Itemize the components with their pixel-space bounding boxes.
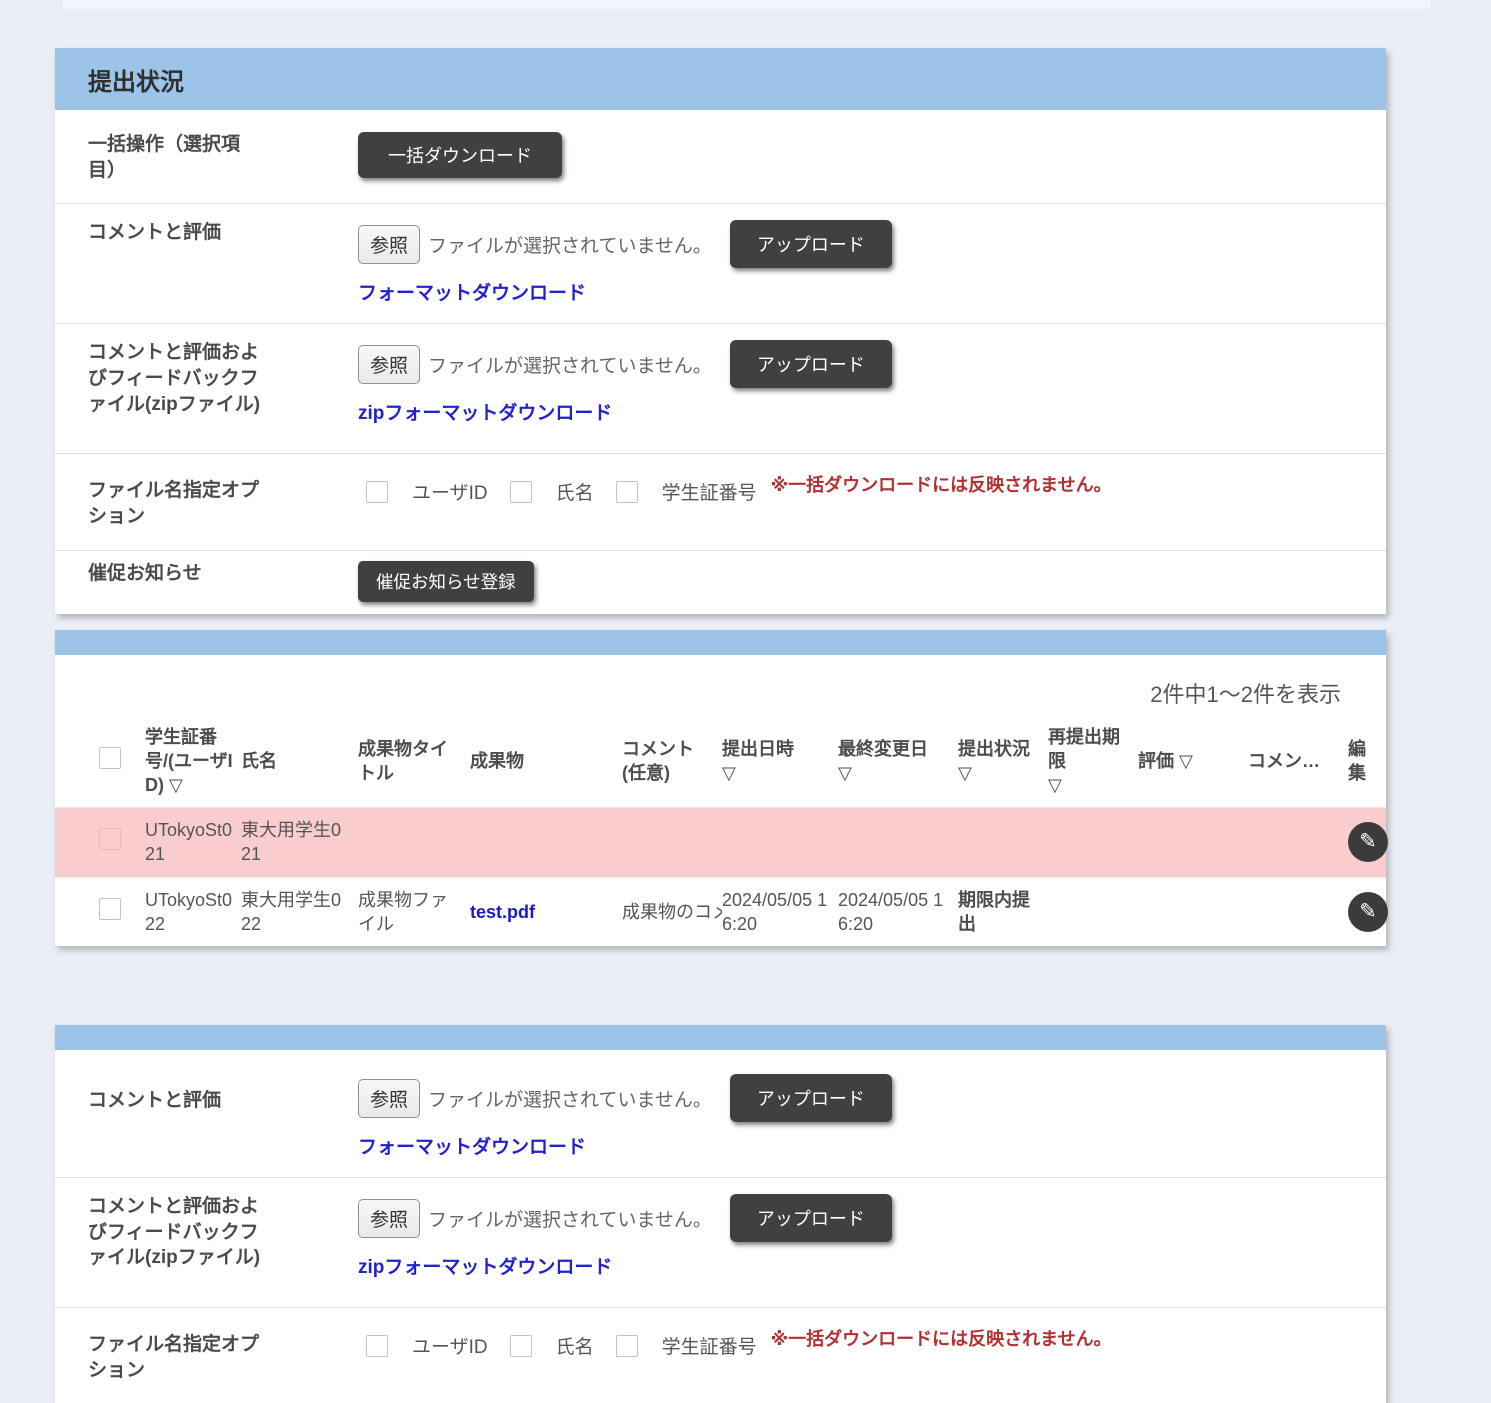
comment-eval-zip-row: コメントと評価およびフィードバックファイル(zipファイル) 参照 ファイルが選… [55,1177,1386,1307]
reminder-label: 催促お知らせ [88,561,358,602]
upload-button[interactable]: アップロード [730,1074,892,1122]
bulk-download-note: ※一括ダウンロードには反映されません。 [771,1325,1112,1351]
name-checkbox[interactable] [510,1335,532,1357]
panel-header-bar [55,1025,1386,1050]
header-title: 成果物タイトル [358,737,470,786]
comment-eval-row: コメントと評価 参照 ファイルが選択されていません。 アップロード フォーマット… [55,1050,1386,1177]
edit-button[interactable]: ✎ [1348,892,1388,932]
cell-name: 東大用学生022 [241,888,358,937]
browse-button[interactable]: 参照 [358,225,420,264]
no-file-selected-text: ファイルが選択されていません。 [428,1085,712,1112]
cell-title: 成果物ファイル [358,888,470,937]
sort-icon[interactable]: ▽ [958,761,1040,785]
upload-button[interactable]: アップロード [730,220,892,268]
header-resubmit-deadline[interactable]: 再提出期限▽ [1048,725,1138,798]
comment-eval-zip-label: コメントと評価およびフィードバックファイル(zipファイル) [88,340,358,435]
panel-title: 提出状況 [55,48,1386,110]
panel-header-bar [55,630,1386,655]
comment-eval-label: コメントと評価 [88,220,358,305]
upload-button[interactable]: アップロード [730,1194,892,1242]
table-row: UTokyoSt021 東大用学生021 ✎ [55,807,1386,877]
header-comment2: コメン… [1248,749,1348,773]
student-number-checkbox[interactable] [616,481,638,503]
bulk-download-note: ※一括ダウンロードには反映されません。 [771,471,1112,497]
no-file-selected-text: ファイルが選択されていません。 [428,351,712,378]
submission-table-panel: 2件中1～2件を表示 学生証番号/(ユーザID) ▽ 氏名 成果物タイトル 成果… [55,630,1386,946]
sort-icon[interactable]: ▽ [1179,751,1193,771]
cell-comment: 成果物のコメ… [622,900,722,924]
header-name: 氏名 [241,749,358,773]
filename-option-label: ファイル名指定オプション [88,478,358,529]
submission-file-link[interactable]: test.pdf [470,902,535,922]
top-strip [62,0,1430,9]
row-checkbox[interactable] [99,828,121,850]
comment-eval-zip-row: コメントと評価およびフィードバックファイル(zipファイル) 参照 ファイルが選… [55,323,1386,453]
pencil-icon: ✎ [1359,822,1377,862]
cell-product: test.pdf [470,900,622,924]
comment-eval-label: コメントと評価 [88,1074,358,1159]
upload-button[interactable]: アップロード [730,340,892,388]
page: 提出状況 一括操作（選択項目） 一括ダウンロード コメントと評価 参照 ファイル… [0,0,1491,1403]
row-checkbox[interactable] [99,898,121,920]
comment-eval-zip-label: コメントと評価およびフィードバックファイル(zipファイル) [88,1194,358,1289]
sort-icon[interactable]: ▽ [169,775,183,795]
bulk-operation-row: 一括操作（選択項目） 一括ダウンロード [55,110,1386,203]
select-all-checkbox[interactable] [99,747,121,769]
table-header-row: 学生証番号/(ユーザID) ▽ 氏名 成果物タイトル 成果物 コメント(任意) … [55,715,1386,807]
user-id-checkbox[interactable] [366,1335,388,1357]
cell-submitted: 2024/05/05 16:20 [722,888,838,937]
header-submitted-at[interactable]: 提出日時▽ [722,737,838,786]
cell-student-id: UTokyoSt022 [145,888,241,937]
format-download-link[interactable]: フォーマットダウンロード [358,278,586,305]
submission-status-panel: 提出状況 一括操作（選択項目） 一括ダウンロード コメントと評価 参照 ファイル… [55,48,1386,614]
zip-format-download-link[interactable]: zipフォーマットダウンロード [358,398,612,425]
result-count-text: 2件中1～2件を表示 [55,655,1386,715]
bulk-operation-label: 一括操作（選択項目） [88,132,358,183]
name-checkbox-label: 氏名 [556,478,594,505]
table-row: UTokyoSt022 東大用学生022 成果物ファイル test.pdf 成果… [55,877,1386,947]
header-modified-at[interactable]: 最終変更日▽ [838,737,958,786]
filename-option-row: ファイル名指定オプション ユーザID 氏名 学生証番号 ※一括ダウ [55,1307,1386,1403]
cell-modified: 2024/05/05 16:20 [838,888,958,937]
no-file-selected-text: ファイルが選択されていません。 [428,231,712,258]
header-student-id[interactable]: 学生証番号/(ユーザID) ▽ [145,725,241,798]
user-id-checkbox[interactable] [366,481,388,503]
format-download-link[interactable]: フォーマットダウンロード [358,1132,586,1159]
student-number-checkbox-label: 学生証番号 [662,1332,757,1359]
bulk-download-button[interactable]: 一括ダウンロード [358,132,562,178]
header-edit: 編集 [1348,737,1386,786]
student-number-checkbox-label: 学生証番号 [662,478,757,505]
header-comment: コメント(任意) [622,737,722,786]
edit-button[interactable]: ✎ [1348,822,1388,862]
filename-option-label: ファイル名指定オプション [88,1332,358,1383]
browse-button[interactable]: 参照 [358,345,420,384]
reminder-register-button[interactable]: 催促お知らせ登録 [358,561,534,602]
pencil-icon: ✎ [1359,892,1377,932]
header-product: 成果物 [470,749,622,773]
name-checkbox[interactable] [510,481,532,503]
name-checkbox-label: 氏名 [556,1332,594,1359]
filename-option-row: ファイル名指定オプション ユーザID 氏名 学生証番号 ※一括ダウ [55,453,1386,549]
student-number-checkbox[interactable] [616,1335,638,1357]
sort-icon[interactable]: ▽ [838,761,950,785]
reminder-row: 催促お知らせ 催促お知らせ登録 [55,550,1386,614]
bottom-upload-panel: コメントと評価 参照 ファイルが選択されていません。 アップロード フォーマット… [55,1025,1386,1403]
cell-status: 期限内提出 [958,888,1048,937]
user-id-checkbox-label: ユーザID [412,478,488,505]
zip-format-download-link[interactable]: zipフォーマットダウンロード [358,1252,612,1279]
user-id-checkbox-label: ユーザID [412,1332,488,1359]
cell-student-id: UTokyoSt021 [145,818,241,867]
header-status[interactable]: 提出状況▽ [958,737,1048,786]
browse-button[interactable]: 参照 [358,1199,420,1238]
no-file-selected-text: ファイルが選択されていません。 [428,1205,712,1232]
cell-name: 東大用学生021 [241,818,358,867]
sort-icon[interactable]: ▽ [722,761,830,785]
browse-button[interactable]: 参照 [358,1079,420,1118]
comment-eval-row: コメントと評価 参照 ファイルが選択されていません。 アップロード フォーマット… [55,203,1386,323]
sort-icon[interactable]: ▽ [1048,773,1130,797]
header-evaluation[interactable]: 評価 ▽ [1138,749,1248,773]
